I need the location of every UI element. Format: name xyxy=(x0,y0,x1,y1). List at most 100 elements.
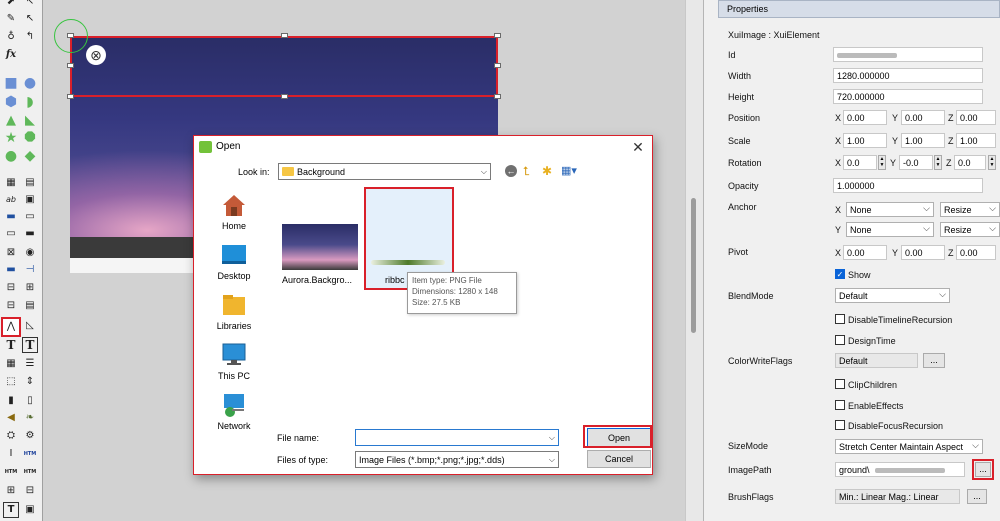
anchor-x-resize-dropdown[interactable]: Resize xyxy=(940,202,1000,217)
place-home[interactable]: Home xyxy=(206,192,262,231)
file-thumbnail-aurora[interactable] xyxy=(282,224,358,270)
flag-icon[interactable]: ◣ xyxy=(22,112,38,128)
pointer-icon[interactable]: ⬈ xyxy=(3,0,19,10)
texture-alt-icon[interactable]: ▣ xyxy=(22,502,38,518)
hexagon-icon[interactable]: ⬢ xyxy=(3,94,19,110)
place-this-pc[interactable]: This PC xyxy=(206,342,262,381)
group-icon[interactable]: ⊞ xyxy=(3,483,19,499)
place-libraries[interactable]: Libraries xyxy=(206,292,262,331)
width-field[interactable]: 1280.000000 xyxy=(833,68,983,83)
text-bold-t-icon[interactable]: T xyxy=(22,337,38,353)
disable-timeline-checkbox[interactable] xyxy=(835,314,845,324)
triangle-icon[interactable]: ▲ xyxy=(3,112,19,128)
resize-handle[interactable] xyxy=(281,33,288,38)
group-alt-icon[interactable]: ⊟ xyxy=(22,483,38,499)
pen-nib-icon[interactable]: ♁ xyxy=(3,29,19,45)
image-control-icon[interactable]: ▣ xyxy=(22,192,38,208)
star-icon[interactable]: ★ xyxy=(3,130,19,146)
enableeffects-checkbox[interactable] xyxy=(835,400,845,410)
slider-icon[interactable]: ⊣ xyxy=(22,262,38,278)
diamond-icon[interactable]: ◆ xyxy=(22,148,38,164)
new-folder-icon[interactable]: ✱ xyxy=(542,164,552,178)
text-t-icon[interactable]: T xyxy=(3,337,19,353)
blendmode-dropdown[interactable]: Default xyxy=(835,288,950,303)
text-ab-icon[interactable]: ab xyxy=(3,192,19,208)
transform-arrow-icon[interactable]: ↰ xyxy=(22,29,38,45)
list-control-icon[interactable]: ▤ xyxy=(22,175,38,191)
edit-alt-icon[interactable]: ▬ xyxy=(22,226,38,242)
colorwrite-browse-button[interactable]: ... xyxy=(923,353,945,368)
ellipse-icon[interactable]: ● xyxy=(22,75,38,91)
rotation-z-field[interactable]: 0.0 xyxy=(954,155,986,170)
select-arrow-icon[interactable]: ↖ xyxy=(22,0,38,10)
look-in-dropdown[interactable]: Background ⌵ xyxy=(278,163,491,180)
designtime-checkbox[interactable] xyxy=(835,335,845,345)
resize-handle[interactable] xyxy=(67,94,74,99)
selected-ribbon-element[interactable] xyxy=(70,36,498,97)
id-field[interactable] xyxy=(833,47,983,62)
cancel-button[interactable]: Cancel xyxy=(587,450,651,468)
button-control-icon[interactable]: ▬ xyxy=(3,209,19,225)
rotation-z-spinner[interactable]: ▲ ▼ xyxy=(988,155,996,170)
cursor-i-icon[interactable]: I xyxy=(3,446,19,462)
grid-control-icon[interactable]: ▦ xyxy=(3,175,19,191)
progress-icon[interactable]: ▬ xyxy=(3,262,19,278)
rotate-handle[interactable] xyxy=(54,19,88,53)
sheet-alt-icon[interactable]: ▤ xyxy=(22,298,38,314)
colorwrite-field[interactable]: Default xyxy=(835,353,918,368)
anchor-y-dropdown[interactable]: None xyxy=(846,222,934,237)
position-z-field[interactable]: 0.00 xyxy=(956,110,996,125)
imagepath-field[interactable]: ground\ xyxy=(835,462,965,477)
html-text-icon[interactable]: HTM xyxy=(22,446,38,462)
texture-icon[interactable]: T xyxy=(3,502,19,518)
rotation-y-field[interactable]: -0.0 xyxy=(899,155,933,170)
brushflags-field[interactable]: Min.: Linear Mag.: Linear xyxy=(835,489,960,504)
scale-x-field[interactable]: 1.00 xyxy=(843,133,887,148)
resize-handle[interactable] xyxy=(494,94,501,99)
battery-icon[interactable]: ▮ xyxy=(3,393,19,409)
resize-handle[interactable] xyxy=(494,63,501,68)
scrollbar-thumb[interactable] xyxy=(691,198,696,333)
view-menu-icon[interactable]: ▦▾ xyxy=(561,164,577,177)
close-x-icon[interactable]: ⊠ xyxy=(3,245,19,261)
opacity-field[interactable]: 1.000000 xyxy=(833,178,983,193)
circle-icon[interactable]: ● xyxy=(3,148,19,164)
radio-icon[interactable]: ◉ xyxy=(22,245,38,261)
button-alt-icon[interactable]: ▭ xyxy=(22,209,38,225)
file-list[interactable]: Aurora.Backgro... ribbc Item type: PNG F… xyxy=(276,186,648,426)
position-y-field[interactable]: 0.00 xyxy=(901,110,945,125)
scale-z-field[interactable]: 1.00 xyxy=(956,133,996,148)
show-checkbox[interactable]: ✓ xyxy=(835,269,845,279)
place-desktop[interactable]: Desktop xyxy=(206,242,262,281)
html-alt-icon[interactable]: HTM xyxy=(22,464,38,480)
image-tool-icon[interactable]: ⋀ xyxy=(1,317,21,337)
sheet-icon[interactable]: ⊟ xyxy=(3,298,19,314)
place-network[interactable]: Network xyxy=(206,392,262,431)
gear-icon[interactable]: ⚙ xyxy=(22,428,38,444)
clipchildren-checkbox[interactable] xyxy=(835,379,845,389)
anchor-y-resize-dropdown[interactable]: Resize xyxy=(940,222,1000,237)
rectangle-icon[interactable]: ■ xyxy=(3,75,19,91)
pen-icon[interactable]: ✎ xyxy=(3,11,19,27)
file-name[interactable]: Aurora.Backgro... xyxy=(282,275,362,285)
subselect-icon[interactable]: ↖ xyxy=(22,11,38,27)
edit-control-icon[interactable]: ▭ xyxy=(3,226,19,242)
leaf-icon[interactable]: ❧ xyxy=(22,410,38,426)
dotted-box-icon[interactable]: ⬚ xyxy=(3,374,19,390)
rotation-x-field[interactable]: 0.0 xyxy=(843,155,877,170)
film-icon[interactable]: ▦ xyxy=(3,356,19,372)
back-icon[interactable]: ← xyxy=(505,165,517,177)
pivot-icon[interactable]: ⊗ xyxy=(86,45,106,65)
rotation-y-spinner[interactable]: ▲ ▼ xyxy=(934,155,942,170)
position-x-field[interactable]: 0.00 xyxy=(843,110,887,125)
html-icon[interactable]: HTM xyxy=(3,464,19,480)
sizemode-dropdown[interactable]: Stretch Center Maintain Aspect xyxy=(835,439,983,454)
pivot-y-field[interactable]: 0.00 xyxy=(901,245,945,260)
file-name-input[interactable]: ⌵ xyxy=(355,429,559,446)
close-icon[interactable]: ✕ xyxy=(630,139,646,155)
pivot-z-field[interactable]: 0.00 xyxy=(956,245,996,260)
anchor-x-dropdown[interactable]: None xyxy=(846,202,934,217)
resize-handle[interactable] xyxy=(494,33,501,38)
image-alt-icon[interactable]: ◺ xyxy=(22,318,38,334)
height-field[interactable]: 720.000000 xyxy=(833,89,983,104)
